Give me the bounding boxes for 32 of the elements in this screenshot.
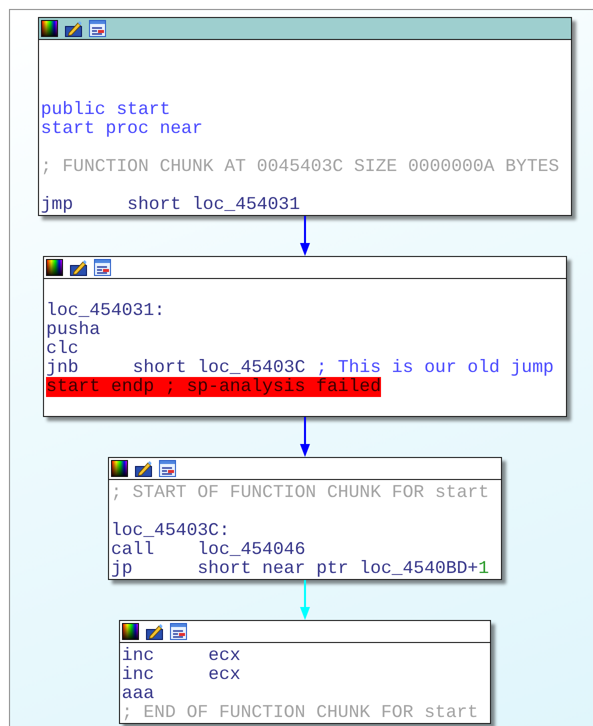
graph-window-icon[interactable] bbox=[94, 259, 112, 276]
graph-window-icon[interactable] bbox=[170, 623, 187, 640]
code-line: aaa bbox=[122, 685, 156, 704]
pencil-icon[interactable] bbox=[64, 20, 82, 37]
pencil-icon[interactable] bbox=[134, 460, 152, 477]
color-palette-icon[interactable] bbox=[46, 259, 64, 276]
code-line: call loc_454046 bbox=[110, 541, 306, 560]
code-label: loc_45403C: bbox=[110, 522, 231, 541]
color-palette-icon[interactable] bbox=[40, 20, 58, 37]
code-label: loc_454031: bbox=[46, 302, 166, 321]
graph-window-icon[interactable] bbox=[88, 20, 106, 37]
code-line: inc ecx bbox=[122, 647, 242, 666]
code-comment: ; END OF FUNCTION CHUNK FOR start bbox=[122, 704, 478, 723]
code-line: public start bbox=[40, 101, 172, 120]
code-comment: ; START OF FUNCTION CHUNK FOR start bbox=[110, 484, 490, 503]
graph-window-icon[interactable] bbox=[158, 460, 176, 477]
code-line: jp short near ptr loc_4540BD+1 bbox=[110, 560, 490, 579]
code-block[interactable]: ; START OF FUNCTION CHUNK FOR start loc_45403C: call loc_454046 jp short near ptr loc_4540BD+1 bbox=[108, 457, 502, 580]
pencil-icon[interactable] bbox=[70, 259, 88, 276]
code-block[interactable]: loc_454031: pusha clc jnb short loc_45403C ; This is our old jump start endp ; sp-analysis failed bbox=[43, 256, 567, 417]
color-palette-icon[interactable] bbox=[122, 623, 139, 640]
color-palette-icon[interactable] bbox=[110, 460, 128, 477]
code-line: jnb short loc_45403C ; This is our old jump bbox=[46, 359, 554, 378]
code-block[interactable]: inc ecx inc ecx aaa ; END OF FUNCTION CHUNK FOR start bbox=[118, 620, 492, 724]
code-line: jmp short loc_454031 bbox=[40, 196, 301, 215]
code-line: inc ecx bbox=[122, 666, 242, 685]
code-line: start proc near bbox=[40, 120, 204, 139]
code-line: pusha bbox=[46, 321, 102, 340]
code-line: clc bbox=[46, 340, 80, 359]
code-block[interactable]: public start start proc near ; FUNCTION CHUNK AT 0045403C SIZE 0000000A BYTES jmp short loc_454031 bbox=[38, 17, 572, 216]
pencil-icon[interactable] bbox=[146, 623, 163, 640]
code-comment: ; FUNCTION CHUNK AT 0045403C SIZE 0000000A BYTES bbox=[40, 158, 560, 177]
